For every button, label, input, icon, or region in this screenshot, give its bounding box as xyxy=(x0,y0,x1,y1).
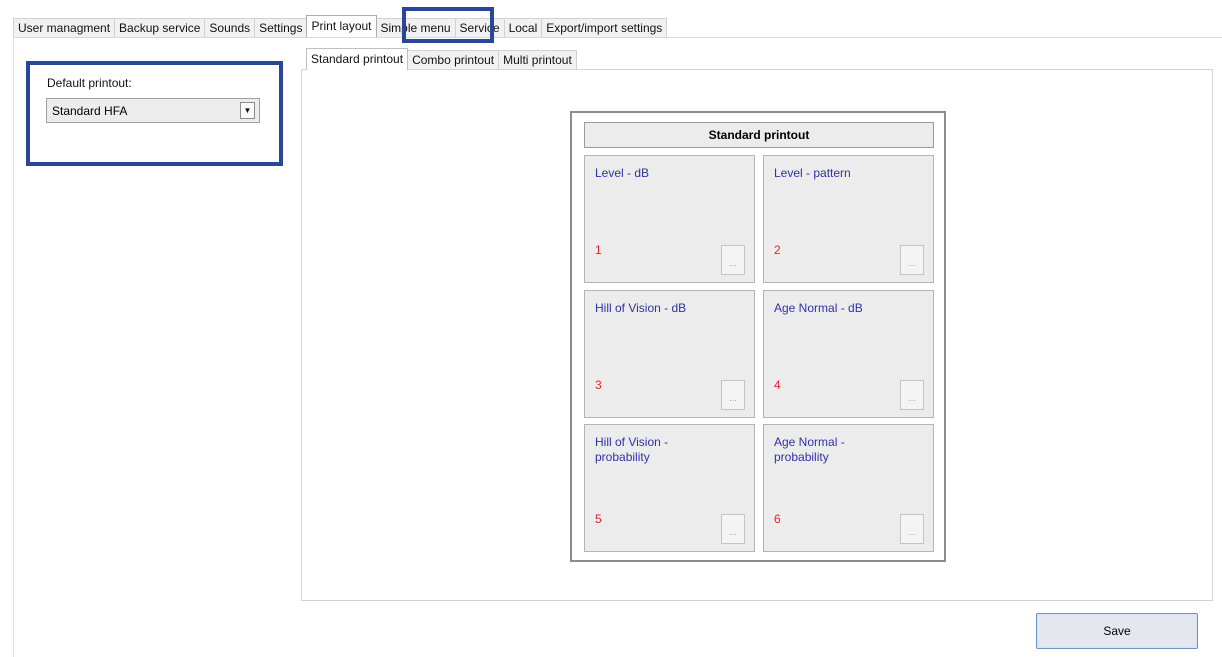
printout-tab-bar: Standard printout Combo printout Multi p… xyxy=(306,48,577,70)
slot-number: 2 xyxy=(774,243,781,257)
slot-number: 6 xyxy=(774,512,781,526)
tab-sounds[interactable]: Sounds xyxy=(204,18,256,37)
printout-slot-5: Hill of Vision - probability 5 ... xyxy=(584,424,755,552)
slot-browse-button[interactable]: ... xyxy=(900,380,924,410)
tab-export-import-settings[interactable]: Export/import settings xyxy=(541,18,668,37)
slot-number: 5 xyxy=(595,512,602,526)
slot-browse-button[interactable]: ... xyxy=(900,245,924,275)
main-tab-bar: User managment Backup service Sounds Set… xyxy=(13,15,668,37)
tab-simple-menu[interactable]: Simple menu xyxy=(375,18,456,37)
tab-combo-printout[interactable]: Combo printout xyxy=(407,50,500,70)
default-printout-highlight xyxy=(26,61,283,166)
tab-standard-printout[interactable]: Standard printout xyxy=(306,48,409,70)
slot-number: 4 xyxy=(774,378,781,392)
printout-slot-1: Level - dB 1 ... xyxy=(584,155,755,283)
slot-browse-button[interactable]: ... xyxy=(721,380,745,410)
tab-settings[interactable]: Settings xyxy=(254,18,308,37)
printout-slot-6: Age Normal - probability 6 ... xyxy=(763,424,934,552)
slot-name: Level - pattern xyxy=(774,166,851,180)
tab-backup-service[interactable]: Backup service xyxy=(114,18,206,37)
tab-local[interactable]: Local xyxy=(503,18,543,37)
tab-multi-printout[interactable]: Multi printout xyxy=(498,50,577,70)
slot-number: 1 xyxy=(595,243,602,257)
slot-name: Hill of Vision - probability xyxy=(595,435,669,464)
slot-browse-button[interactable]: ... xyxy=(721,514,745,544)
printout-slot-4: Age Normal - dB 4 ... xyxy=(763,290,934,418)
slot-number: 3 xyxy=(595,378,602,392)
tab-user-managment[interactable]: User managment xyxy=(13,18,116,37)
slot-browse-button[interactable]: ... xyxy=(721,245,745,275)
save-button[interactable]: Save xyxy=(1036,613,1198,649)
printout-slot-3: Hill of Vision - dB 3 ... xyxy=(584,290,755,418)
tab-service[interactable]: Service xyxy=(454,18,505,37)
slot-name: Hill of Vision - dB xyxy=(595,301,687,315)
tab-print-layout[interactable]: Print layout xyxy=(306,15,377,37)
slot-browse-button[interactable]: ... xyxy=(900,514,924,544)
slot-name: Level - dB xyxy=(595,166,650,180)
printout-title: Standard printout xyxy=(584,122,934,148)
slot-name: Age Normal - probability xyxy=(774,435,845,464)
slot-name: Age Normal - dB xyxy=(774,301,863,315)
printout-slot-2: Level - pattern 2 ... xyxy=(763,155,934,283)
